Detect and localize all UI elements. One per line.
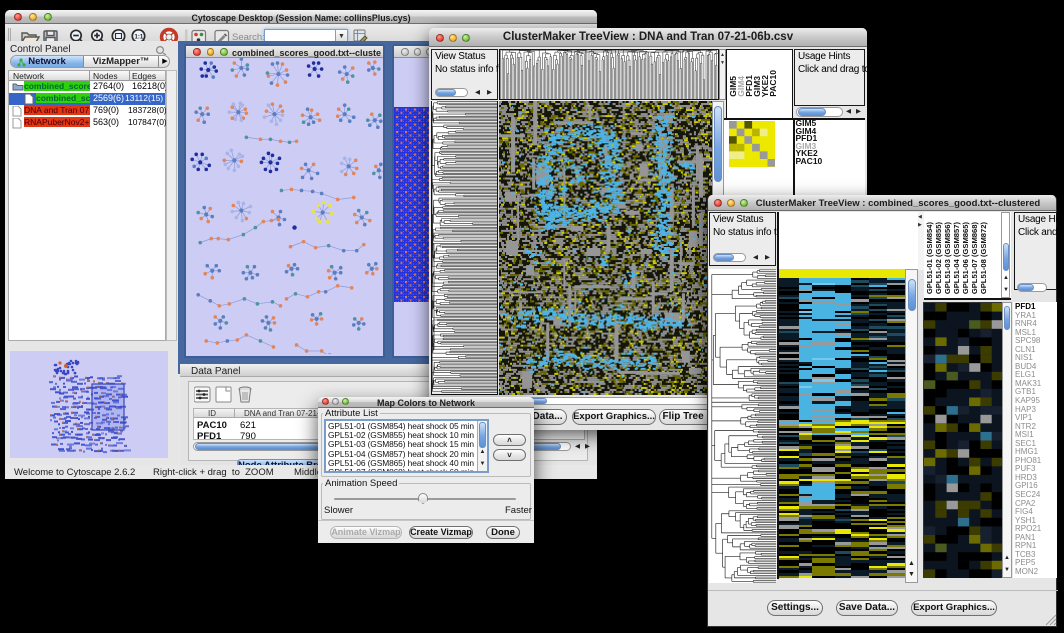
svg-text:1:1: 1:1 — [135, 35, 144, 41]
